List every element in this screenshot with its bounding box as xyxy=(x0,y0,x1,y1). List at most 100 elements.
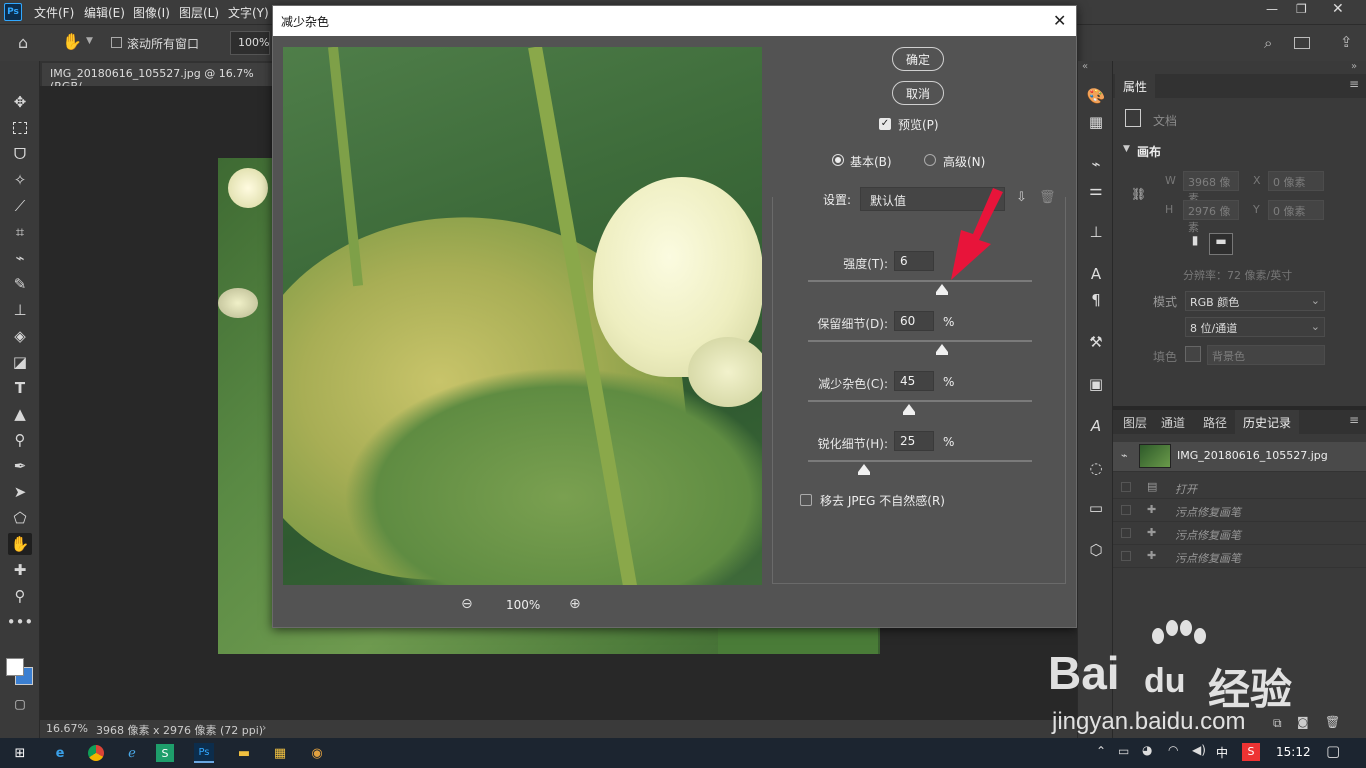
reduce-color-noise-field[interactable]: 45 xyxy=(894,371,934,391)
character-panel-icon[interactable]: A xyxy=(1084,263,1108,285)
layer-comps-icon[interactable]: ▣ xyxy=(1084,373,1108,395)
close-icon[interactable]: ✕ xyxy=(1053,11,1066,30)
eraser-tool-icon[interactable]: ◈ xyxy=(8,325,32,347)
chevron-down-icon[interactable]: ▼ xyxy=(86,36,93,46)
eyedropper-tool-icon[interactable]: ⟋ xyxy=(8,195,32,217)
sharpen-details-field[interactable]: 25 xyxy=(894,431,934,451)
home-icon[interactable]: ⌂ xyxy=(18,33,28,52)
strength-field[interactable]: 6 xyxy=(894,251,934,271)
bit-depth-select[interactable]: 8 位/通道 ⌄ xyxy=(1185,317,1325,337)
adjustments-icon[interactable]: ⚌ xyxy=(1084,179,1108,201)
pen-tool-icon[interactable]: ✒ xyxy=(8,455,32,477)
lasso-tool-icon[interactable]: ᗜ xyxy=(8,143,32,165)
fill-select[interactable]: 背景色 xyxy=(1207,345,1325,365)
advanced-radio[interactable] xyxy=(924,154,936,166)
path-select-tool-icon[interactable]: ➤ xyxy=(8,481,32,503)
photoshop-logo-icon[interactable]: Ps xyxy=(4,3,22,21)
history-state[interactable]: ✚ 污点修复画笔 xyxy=(1113,499,1366,522)
photoshop-taskbar-icon[interactable]: Ps xyxy=(194,743,214,763)
color-panel-icon[interactable]: 🎨 xyxy=(1084,85,1108,107)
basic-radio[interactable] xyxy=(832,154,844,166)
preserve-details-track[interactable] xyxy=(808,340,1032,342)
search-icon[interactable]: ⌕ xyxy=(1264,34,1272,52)
close-window-button[interactable]: ✕ xyxy=(1332,1,1344,17)
edge-icon[interactable]: ℯ xyxy=(120,742,144,764)
brush-tool-icon[interactable]: ✎ xyxy=(8,273,32,295)
menu-layer[interactable]: 图层(L) xyxy=(179,4,219,21)
panel-menu-icon[interactable]: ≡ xyxy=(1349,77,1359,91)
height-field[interactable]: 2976 像素 xyxy=(1183,200,1239,234)
qq-icon[interactable]: ◕ xyxy=(1142,743,1152,757)
menu-edit[interactable]: 编辑(E) xyxy=(84,4,125,21)
menu-file[interactable]: 文件(F) xyxy=(34,4,74,21)
chevron-up-icon[interactable]: ⌃ xyxy=(1096,744,1106,758)
preserve-details-field[interactable]: 60 xyxy=(894,311,934,331)
zoom-tool-icon[interactable]: ⚲ xyxy=(8,585,32,607)
preview-checkbox[interactable]: ✓ xyxy=(879,118,891,130)
scroll-all-checkbox[interactable] xyxy=(111,37,122,48)
hand-tool-active-icon[interactable]: ✋ xyxy=(8,533,32,555)
zoom-in-icon[interactable]: ⊕ xyxy=(569,596,581,612)
panel-menu-icon[interactable]: ≡ xyxy=(1349,413,1359,427)
history-checkbox[interactable] xyxy=(1121,505,1131,515)
fill-swatch[interactable] xyxy=(1185,346,1201,362)
sharpen-details-thumb[interactable] xyxy=(858,464,870,475)
learn-icon[interactable]: ◌ xyxy=(1084,457,1108,479)
tab-properties[interactable]: 属性 xyxy=(1115,74,1156,98)
sharpen-tool-icon[interactable]: ▲ xyxy=(8,403,32,425)
reduce-color-noise-thumb[interactable] xyxy=(902,404,915,415)
wifi-icon[interactable]: ◠ xyxy=(1168,743,1178,757)
folder-icon[interactable]: ▬ xyxy=(232,742,256,764)
type-tool-icon[interactable]: T xyxy=(8,377,32,399)
expand-panel-icon[interactable]: » xyxy=(1351,61,1357,72)
preview-image[interactable] xyxy=(283,47,762,585)
preserve-details-thumb[interactable] xyxy=(936,344,949,355)
glyphs-icon[interactable]: A xyxy=(1084,415,1108,437)
gradient-panel-icon[interactable]: ▭ xyxy=(1084,497,1108,519)
strength-thumb[interactable] xyxy=(936,284,949,295)
paint-bucket-tool-icon[interactable]: ◪ xyxy=(8,351,32,373)
tab-history[interactable]: 历史记录 xyxy=(1235,410,1300,434)
zoom-out-icon[interactable]: ⊖ xyxy=(461,596,473,612)
clone-source-icon[interactable]: ⊥ xyxy=(1084,221,1108,243)
app-icon[interactable]: ▦ xyxy=(268,742,292,764)
share-icon[interactable]: ⇪ xyxy=(1340,33,1353,51)
save-preset-icon[interactable]: ⇩ xyxy=(1016,190,1027,205)
healing-brush-tool-icon[interactable]: ⌁ xyxy=(8,247,32,269)
collapse-strip-icon[interactable]: « xyxy=(1082,61,1088,72)
shape-tool-icon[interactable]: ⬠ xyxy=(8,507,32,529)
link-icon[interactable]: ⛓ xyxy=(1131,187,1146,201)
menu-image[interactable]: 图像(I) xyxy=(133,4,170,21)
landscape-orientation-icon[interactable]: ▬ xyxy=(1209,233,1233,255)
history-state[interactable]: ✚ 污点修复画笔 xyxy=(1113,545,1366,568)
x-field[interactable]: 0 像素 xyxy=(1268,171,1324,191)
workspace-icon[interactable] xyxy=(1294,37,1310,49)
menu-type[interactable]: 文字(Y) xyxy=(228,4,269,21)
cancel-button[interactable]: 取消 xyxy=(892,81,944,105)
jpeg-artifact-checkbox[interactable] xyxy=(800,494,812,506)
restore-window-button[interactable]: ❐ xyxy=(1296,2,1307,16)
tab-layers[interactable]: 图层 xyxy=(1115,410,1155,434)
bandage-tool-icon[interactable]: ✚ xyxy=(8,559,32,581)
ok-button[interactable]: 确定 xyxy=(892,47,944,71)
swatches-panel-icon[interactable]: ▦ xyxy=(1084,111,1108,133)
battery-icon[interactable]: ▭ xyxy=(1118,744,1129,758)
dodge-tool-icon[interactable]: ⚲ xyxy=(8,429,32,451)
delete-preset-icon[interactable]: 🗑 xyxy=(1039,190,1056,205)
clock-time[interactable]: 15:12 xyxy=(1276,745,1311,759)
reduce-color-noise-track[interactable] xyxy=(808,400,1032,402)
document-tab[interactable]: IMG_20180616_105527.jpg @ 16.7%(RGB/ xyxy=(42,63,282,93)
width-field[interactable]: 3968 像素 xyxy=(1183,171,1239,205)
tab-paths[interactable]: 路径 xyxy=(1195,410,1235,434)
foreground-color-swatch[interactable] xyxy=(6,658,24,676)
ie-icon[interactable]: e xyxy=(48,742,72,764)
chevron-right-icon[interactable]: › xyxy=(262,721,266,734)
brush-settings-icon[interactable]: ⌁ xyxy=(1084,153,1108,175)
stamp-tool-icon[interactable]: ⊥ xyxy=(8,299,32,321)
notification-icon[interactable]: ▢ xyxy=(1326,742,1340,760)
mode-select[interactable]: RGB 颜色 ⌄ xyxy=(1185,291,1325,311)
hand-tool-icon[interactable]: ✋ xyxy=(62,32,82,51)
windows-start-icon[interactable]: ⊞ xyxy=(8,742,32,764)
history-state[interactable]: ✚ 污点修复画笔 xyxy=(1113,522,1366,545)
volume-icon[interactable]: ◀) xyxy=(1192,743,1206,757)
